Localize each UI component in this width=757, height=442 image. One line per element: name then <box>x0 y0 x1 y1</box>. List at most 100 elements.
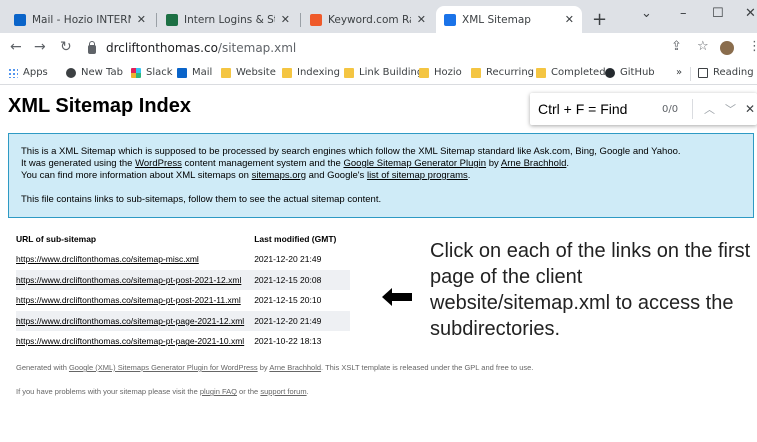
bookmark-label: Hozio <box>434 67 462 78</box>
minimize-icon[interactable]: – <box>680 6 687 21</box>
address-bar[interactable]: drcliftonthomas.co/sitemap.xml <box>88 37 296 59</box>
outlook-icon <box>177 67 187 78</box>
bookmark-label: New Tab <box>81 67 123 78</box>
sitemap-link[interactable]: https://www.drcliftonthomas.co/sitemap-p… <box>16 295 241 305</box>
share-icon[interactable]: ⇪ <box>671 39 682 54</box>
url-host: drcliftonthomas.co <box>106 41 218 55</box>
close-icon[interactable]: ✕ <box>137 13 146 26</box>
reading-list-icon <box>698 67 708 78</box>
menu-icon[interactable]: ⋮ <box>748 39 757 54</box>
table-row: https://www.drcliftonthomas.co/sitemap-p… <box>16 331 350 352</box>
sitemap-link[interactable]: https://www.drcliftonthomas.co/sitemap-p… <box>16 336 244 346</box>
bookmark-label: Indexing <box>297 67 340 78</box>
reload-icon[interactable]: ↻ <box>60 39 72 55</box>
close-icon[interactable]: ✕ <box>417 13 426 26</box>
back-icon[interactable]: ← <box>10 39 22 55</box>
reading-list-label: Reading list <box>713 67 757 78</box>
bookmark-new-tab[interactable]: New Tab <box>66 67 123 78</box>
tab-title: Intern Logins & Stuff.xlsx <box>184 13 275 26</box>
sitemap-link[interactable]: https://www.drcliftonthomas.co/sitemap-p… <box>16 316 244 326</box>
tab-divider <box>300 13 301 27</box>
tab-mail[interactable]: Mail - Hozio INTERN - O ✕ <box>6 6 154 33</box>
bookmark-label: Recurring <box>486 67 534 78</box>
bookmark-label: Website <box>236 67 276 78</box>
find-close-icon[interactable]: ✕ <box>745 102 755 116</box>
keyword-icon <box>310 13 322 26</box>
plugin-faq-link[interactable]: plugin FAQ <box>200 387 237 396</box>
forward-icon[interactable]: → <box>34 39 46 55</box>
bookmark-label: Link Building <box>359 67 424 78</box>
generator-plugin-link[interactable]: Google (XML) Sitemaps Generator Plugin f… <box>69 363 258 372</box>
sitemap-link[interactable]: https://www.drcliftonthomas.co/sitemap-m… <box>16 254 199 264</box>
find-next-icon[interactable]: ﹀ <box>725 101 736 117</box>
folder-icon <box>419 67 429 78</box>
profile-avatar[interactable] <box>720 41 734 55</box>
bookmark-completed[interactable]: Completed <box>536 67 606 78</box>
page-title: XML Sitemap Index <box>8 95 192 117</box>
tab-xml-sitemap[interactable]: XML Sitemap ✕ <box>436 6 582 33</box>
bookmark-apps[interactable]: Apps <box>8 67 48 78</box>
bookmark-hozio[interactable]: Hozio <box>419 67 462 78</box>
footer-author-link[interactable]: Arne Brachhold <box>269 363 321 372</box>
bookmark-label: Mail <box>192 67 213 78</box>
table-header-row: URL of sub-sitemap Last modified (GMT) <box>16 229 350 249</box>
last-modified: 2021-10-22 18:13 <box>254 336 322 347</box>
bookmark-github[interactable]: GitHub <box>605 67 655 78</box>
new-tab-button[interactable]: + <box>592 9 607 30</box>
plugin-link[interactable]: Google Sitemap Generator Plugin <box>343 158 486 169</box>
bookmark-website[interactable]: Website <box>221 67 276 78</box>
url-path: /sitemap.xml <box>217 41 297 55</box>
find-input[interactable]: Ctrl + F = Find <box>538 101 658 117</box>
page-content: XML Sitemap Index Ctrl + F = Find 0/0 ︿ … <box>0 86 757 442</box>
folder-icon <box>344 67 354 78</box>
sitemaps-org-link[interactable]: sitemaps.org <box>252 170 306 181</box>
sitemap-link[interactable]: https://www.drcliftonthomas.co/sitemap-p… <box>16 275 241 285</box>
bookmarks-bar: Apps New Tab Slack Mail Website Indexing… <box>0 63 757 85</box>
excel-icon <box>166 13 178 26</box>
sitemap-programs-link[interactable]: list of sitemap programs <box>367 170 468 181</box>
bookmark-link-building[interactable]: Link Building <box>344 67 423 78</box>
close-icon[interactable]: ✕ <box>281 13 290 26</box>
tab-keyword[interactable]: Keyword.com Ranking Re ✕ <box>302 6 434 33</box>
folder-icon <box>536 67 546 78</box>
tab-search-icon[interactable]: ⌄ <box>641 6 652 21</box>
sitemap-table: URL of sub-sitemap Last modified (GMT) h… <box>16 229 351 352</box>
table-row: https://www.drcliftonthomas.co/sitemap-p… <box>16 310 351 331</box>
find-divider <box>692 99 693 119</box>
tab-intern-logins[interactable]: Intern Logins & Stuff.xlsx ✕ <box>158 6 298 33</box>
window-close-icon[interactable]: ✕ <box>745 6 756 21</box>
tab-title: Keyword.com Ranking Re <box>328 13 411 26</box>
bookmark-recurring[interactable]: Recurring <box>471 67 534 78</box>
lock-icon <box>88 40 96 54</box>
tab-title: XML Sitemap <box>462 13 531 26</box>
bookmark-label: GitHub <box>620 67 655 78</box>
close-icon[interactable]: ✕ <box>565 13 574 26</box>
intro-line-3: You can find more information about XML … <box>21 170 471 181</box>
last-modified: 2021-12-15 20:10 <box>254 295 322 306</box>
intro-line-2: It was generated using the WordPress con… <box>21 158 569 169</box>
footer-help: If you have problems with your sitemap p… <box>16 387 309 396</box>
bookmark-slack[interactable]: Slack <box>131 67 173 78</box>
last-modified: 2021-12-15 20:08 <box>254 269 351 290</box>
bookmark-mail[interactable]: Mail <box>177 67 212 78</box>
bookmarks-divider <box>690 67 691 81</box>
bookmarks-overflow-icon[interactable]: » <box>676 67 682 78</box>
chrome-icon <box>66 67 76 78</box>
find-count: 0/0 <box>662 103 679 115</box>
author-link[interactable]: Arne Brachhold <box>501 158 566 169</box>
find-previous-icon[interactable]: ︿ <box>704 101 715 117</box>
bookmark-indexing[interactable]: Indexing <box>282 67 340 78</box>
reading-list-button[interactable]: Reading list <box>698 67 757 78</box>
bookmark-label: Apps <box>23 67 48 78</box>
maximize-icon[interactable]: ☐ <box>712 6 724 21</box>
find-bar: Ctrl + F = Find 0/0 ︿ ﹀ ✕ <box>530 93 757 125</box>
folder-icon <box>282 67 292 78</box>
support-forum-link[interactable]: support forum <box>260 387 306 396</box>
wordpress-link[interactable]: WordPress <box>135 158 182 169</box>
sitemap-icon <box>444 13 456 26</box>
table-row: https://www.drcliftonthomas.co/sitemap-m… <box>16 249 350 270</box>
browser-toolbar: ← → ↻ drcliftonthomas.co/sitemap.xml ⇪ ☆… <box>0 33 757 63</box>
bookmark-label: Completed <box>551 67 606 78</box>
bookmark-star-icon[interactable]: ☆ <box>697 39 709 54</box>
outlook-icon <box>14 13 26 26</box>
